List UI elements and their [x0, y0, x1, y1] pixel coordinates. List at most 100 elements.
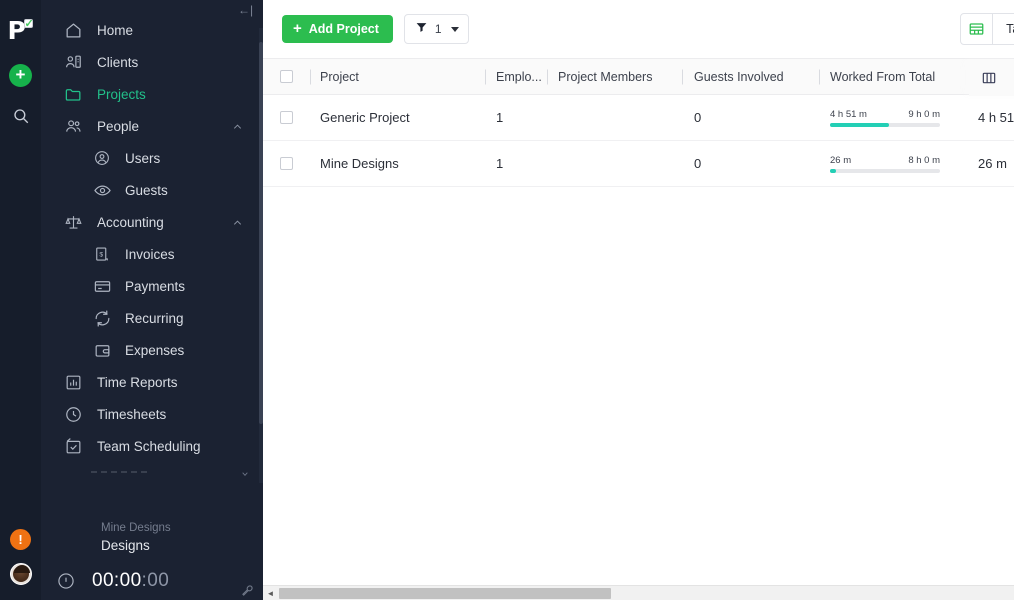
toolbar-right-group: Table: [960, 13, 1014, 45]
row-checkbox[interactable]: [280, 111, 293, 124]
rail-bottom-group: !: [0, 529, 41, 585]
horizontal-scrollbar-thumb[interactable]: [279, 587, 611, 599]
column-divider: [682, 69, 683, 84]
progress-worked-label: 4 h 51 m: [830, 108, 867, 120]
sidebar-item-label: Home: [97, 22, 134, 38]
sidebar-item-label: Team Scheduling: [97, 438, 201, 454]
column-header-project[interactable]: Project: [310, 59, 485, 94]
scroll-left-arrow-icon[interactable]: ◄: [263, 589, 278, 598]
wrench-icon[interactable]: [241, 584, 254, 597]
clients-icon: [62, 51, 84, 73]
table-tools-overlay: [969, 59, 1014, 96]
filter-count-badge: 1: [434, 22, 442, 36]
chevron-up-icon[interactable]: [232, 121, 243, 132]
timer-value: 00:00:00: [92, 570, 169, 592]
horizontal-scrollbar[interactable]: ◄: [263, 585, 1014, 600]
view-mode-label: Table: [1006, 22, 1014, 36]
bar-chart-icon: [62, 371, 84, 393]
table-row[interactable]: Mine Designs 1 0 26 m 8 h 0 m 26 m: [263, 141, 1014, 187]
column-divider: [547, 69, 548, 84]
timer-hours-minutes: 00:00: [92, 570, 142, 591]
column-label: Emplo...: [496, 69, 542, 84]
sidebar-item-timesheets[interactable]: Timesheets: [41, 398, 263, 430]
row-checkbox[interactable]: [280, 157, 293, 170]
add-project-button[interactable]: + Add Project: [282, 15, 393, 43]
sidebar-item-payments[interactable]: Payments: [41, 270, 263, 302]
avatar[interactable]: [9, 563, 32, 585]
view-switcher: Table: [960, 13, 1014, 45]
column-label: Worked From Total: [830, 69, 936, 84]
select-all-checkbox[interactable]: [280, 70, 293, 83]
sidebar-item-team-scheduling[interactable]: Team Scheduling: [41, 430, 263, 462]
sidebar-item-projects[interactable]: Projects: [41, 78, 263, 110]
user-circle-icon: [91, 147, 113, 169]
sidebar-item-clients[interactable]: Clients: [41, 46, 263, 78]
sidebar-item-label: Payments: [125, 278, 186, 294]
sidebar-item-label: Users: [125, 150, 161, 166]
calendar-check-icon: [62, 435, 84, 457]
chevron-up-icon[interactable]: [232, 217, 243, 228]
sidebar-item-label: Expenses: [125, 342, 185, 358]
alert-badge[interactable]: !: [10, 529, 31, 550]
select-all-cell: [263, 59, 310, 94]
cell-employees: 1: [496, 110, 504, 125]
timer-seconds: :00: [141, 570, 170, 591]
people-icon: [62, 115, 84, 137]
sidebar-item-label: Time Reports: [97, 374, 178, 390]
plus-icon: +: [293, 20, 302, 37]
sidebar-item-label: Recurring: [125, 310, 184, 326]
timer-row[interactable]: 00:00:00: [55, 570, 263, 592]
view-mode-select[interactable]: Table: [993, 14, 1014, 44]
search-icon[interactable]: [10, 105, 32, 127]
sidebar: ←| Home Clients Projects People Users Gu…: [41, 0, 263, 600]
sidebar-item-label: Projects: [97, 86, 146, 102]
invoice-icon: $: [91, 243, 113, 265]
grid-view-icon[interactable]: [961, 14, 994, 44]
quick-add-button[interactable]: +: [9, 64, 32, 87]
sidebar-item-users[interactable]: Users: [41, 142, 263, 174]
sidebar-item-expenses[interactable]: Expenses: [41, 334, 263, 366]
cell-total: 4 h 51: [978, 110, 1014, 125]
sidebar-item-people[interactable]: People: [41, 110, 263, 142]
recurring-icon: [91, 307, 113, 329]
sidebar-item-label: People: [97, 118, 140, 134]
table-header-row: Project Emplo... Project Members Guests …: [263, 58, 1014, 96]
sidebar-item-time-reports[interactable]: Time Reports: [41, 366, 263, 398]
chevron-down-icon[interactable]: [240, 470, 250, 480]
column-label: Project Members: [558, 69, 653, 84]
columns-icon[interactable]: [980, 69, 997, 86]
scales-icon: [62, 211, 84, 233]
home-icon: [62, 19, 84, 41]
logo-check-icon: ✓: [23, 18, 34, 30]
table-row[interactable]: Generic Project 1 0 4 h 51 m 9 h 0 m 4 h…: [263, 95, 1014, 141]
row-select-cell: [263, 141, 310, 186]
sidebar-item-recurring[interactable]: Recurring: [41, 302, 263, 334]
row-select-cell: [263, 95, 310, 140]
svg-text:$: $: [99, 252, 103, 259]
column-header-employees[interactable]: Emplo...: [485, 59, 547, 94]
column-header-guests-involved[interactable]: Guests Involved: [682, 59, 819, 94]
sidebar-item-invoices[interactable]: $ Invoices: [41, 238, 263, 270]
app-window: P ✓ + ! ←| Home Clients Projects People …: [0, 0, 1014, 600]
timer-project-name: Designs: [101, 538, 150, 553]
timer-play-icon[interactable]: [55, 570, 77, 592]
sidebar-item-label: Guests: [125, 182, 168, 198]
add-project-label: Add Project: [308, 22, 379, 36]
filter-button[interactable]: 1: [403, 14, 469, 44]
sidebar-item-accounting[interactable]: Accounting: [41, 206, 263, 238]
sidebar-item-label: Clients: [97, 54, 139, 70]
timer-client-name: Mine Designs: [101, 522, 171, 534]
page-toolbar: + Add Project 1 T: [263, 0, 1014, 58]
progress-worked-label: 26 m: [830, 154, 852, 166]
column-label: Guests Involved: [694, 69, 784, 84]
column-header-worked-from-total[interactable]: Worked From Total: [819, 59, 967, 94]
progress-labels: 4 h 51 m 9 h 0 m: [830, 109, 940, 120]
sidebar-nav: Home Clients Projects People Users Guest…: [41, 0, 263, 473]
avatar-hair: [13, 565, 30, 573]
card-icon: [91, 275, 113, 297]
column-header-project-members[interactable]: Project Members: [547, 59, 682, 94]
app-logo: P ✓: [8, 18, 34, 46]
cell-guests-involved: 0: [694, 156, 702, 171]
sidebar-item-guests[interactable]: Guests: [41, 174, 263, 206]
sidebar-item-home[interactable]: Home: [41, 14, 263, 46]
